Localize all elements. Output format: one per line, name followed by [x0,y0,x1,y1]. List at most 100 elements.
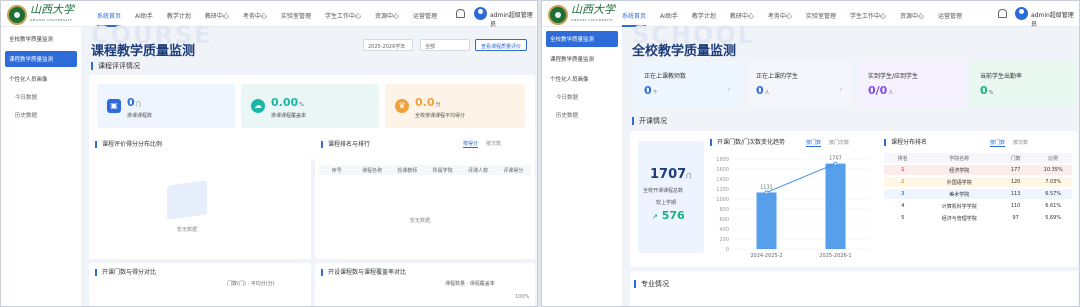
rank-cell: 经济学院 [949,167,970,174]
y-tick-label: 0 [726,247,729,253]
rank-cell: 10.35% [1043,167,1063,173]
stat-label: 正在上课的学生 [756,73,799,80]
rank-row[interactable]: 4 计算机科学学院 110 6.61% [884,201,1072,211]
page-title: 课程教学质量监测 [91,44,196,59]
nav-ops[interactable]: 运营管理 [413,1,437,27]
tab-by-times[interactable]: 按次数 [1013,140,1028,146]
main-content: SCHOOL 全校教学质量监测 正在上课教师数 0个 › 正在上课的学生 0人 … [626,21,1079,306]
col-header: 门数 [1010,155,1021,162]
empty-box-icon [167,180,207,220]
stat-value: 0 [756,84,764,97]
y-tick-label: 200 [719,237,729,243]
y-tick-label: 800 [719,207,729,213]
table-header: 序号 课程名称 授课教师 所属学院 评课人数 评课得分 [319,165,531,175]
sidebar-item-profile[interactable]: 个性化人员画像 [5,71,77,87]
sidebar-item-course-quality[interactable]: 课程教学质量监测 [5,51,77,67]
cloud-icon: ☁ [251,99,265,113]
rank-header: 排名 学院名称 门数 比例 [884,153,1072,163]
tab-by-count[interactable]: 按门数 [806,140,822,147]
stat-attendance: 实到学生/应到学生 0/0人 [858,61,966,107]
y-tick-label: 400 [719,227,729,233]
col-header: 所属学院 [432,167,453,174]
nav-ops[interactable]: 运营管理 [938,1,962,27]
tab-by-count[interactable]: 按次数 [486,141,501,147]
stat-avg-score: ♛ 0.0分 全校排课课程平均得分 [385,84,525,128]
rank-cell: 6.61% [1045,203,1062,209]
top-bar: 山西大学 SHANXI UNIVERSITY 系统首页 AI助手 教学计划 教研中… [542,1,1079,28]
opening-panel: 1707门 全校开课课程总数 较上学期 ↗ 576 开课门数/门次数变化趋势 按… [630,131,1078,267]
col-header: 排名 [897,155,908,162]
avatar[interactable] [474,7,487,20]
nav-resource[interactable]: 资源中心 [900,1,924,27]
rank-row[interactable]: 5 经济与管理学院 97 5.69% [884,213,1072,223]
tab-by-count[interactable]: 按门数 [990,140,1006,147]
bar [756,192,777,249]
rank-number: 4 [901,203,905,209]
view-evaluation-button[interactable]: 查看课程质量评价 [475,39,528,51]
nav-resource[interactable]: 资源中心 [375,1,399,27]
y-tick-label: 1800 [716,157,729,163]
sidebar-sub-today[interactable]: 今日数据 [1,87,81,105]
empty-text: 暂无数据 [410,218,431,224]
col-header: 评课人数 [467,167,488,174]
legend-item: 课程数量 [445,281,466,287]
nav-student[interactable]: 学生工作中心 [850,1,886,27]
col-header: 评课得分 [503,167,524,174]
sidebar-item-course-quality[interactable]: 课程教学质量监测 [546,51,618,67]
chevron-right-icon[interactable]: › [840,87,842,93]
col-header: 授课教师 [397,167,418,174]
sidebar-item-school-quality[interactable]: 全校教学质量监测 [546,31,618,47]
top-bar: 山西大学 SHANXI UNIVERSITY 系统首页 AI助手 教学计划 教研中… [1,1,537,28]
sidebar-item-school-quality[interactable]: 全校教学质量监测 [5,31,77,47]
rank-cell: 5.69% [1045,215,1062,221]
chevron-right-icon[interactable]: › [728,87,730,93]
nav-exam[interactable]: 考务中心 [243,1,267,27]
nav-student[interactable]: 学生工作中心 [325,1,361,27]
rank-row[interactable]: 1 经济学院 177 10.35% [884,165,1072,175]
user-name[interactable]: admin超级管理员 [490,10,537,28]
rank-cell: 113 [1010,191,1021,197]
university-logo: 山西大学 SHANXI UNIVERSITY [548,4,615,26]
sidebar-item-profile[interactable]: 个性化人员画像 [546,71,618,87]
total-value: 1707 [650,167,687,182]
bell-icon[interactable] [456,9,465,18]
tab-by-score[interactable]: 按得分 [463,141,479,148]
col-header: 学院名称 [949,155,970,162]
stat-unit: 人 [764,90,770,96]
stat-label: 当前学生出勤率 [980,73,1023,80]
avatar[interactable] [1015,7,1028,20]
nav-lab[interactable]: 实验室管理 [806,1,836,27]
panel-title: 课程排名与排行 [321,141,370,148]
stat-unit: % [299,102,304,108]
nav-exam[interactable]: 考务中心 [768,1,792,27]
rank-row[interactable]: 3 美术学院 113 6.57% [884,189,1072,199]
nav-lab[interactable]: 实验室管理 [281,1,311,27]
rank-number: 3 [901,191,905,197]
x-tick-label: 2024-2025-2 [750,253,782,259]
stat-attendance-rate: 当前学生出勤率 0% [970,61,1078,107]
data-label: 1707 [829,156,842,162]
sidebar-sub-history[interactable]: 历史数据 [542,105,622,123]
x-tick-label: 2025-2026-1 [819,253,851,259]
rank-row[interactable]: 2 外国语学院 120 7.03% [884,177,1072,187]
stat-label: 正在上课教师数 [644,73,687,80]
school-quality-window: 山西大学 SHANXI UNIVERSITY 系统首页 AI助手 教学计划 教研中… [541,0,1080,307]
rank-cell: 计算机科学学院 [941,203,977,210]
tab-by-times[interactable]: 按门次数 [829,140,849,146]
trend-chart: 0 200 400 600 800 1000 1200 1400 1600 1800 1131 202… [716,156,870,259]
year-select[interactable]: 2025-2026学年 [363,39,413,51]
growth-value: 576 [661,209,685,222]
sidebar-sub-history[interactable]: 历史数据 [1,105,81,123]
stat-course-count: ▣ 0门 排课课程数 [97,84,235,128]
bell-icon[interactable] [998,9,1007,18]
col-header: 课程名称 [361,167,382,174]
chart-title: 开课门数/门次数变化趋势 [710,139,785,146]
col-header: 序号 [331,167,342,174]
panel-title: 课程评价得分分布比例 [95,141,162,148]
stat-label: 排课课程覆盖率 [271,113,307,119]
course-ranking-panel: 课程排名与排行 按得分 按次数 序号 课程名称 授课教师 所属学院 评课人数 评课… [315,135,535,259]
stat-unit: 分 [435,102,441,108]
scope-select[interactable]: 全部 [420,39,470,51]
sidebar-sub-today[interactable]: 今日数据 [542,87,622,105]
user-name[interactable]: admin超级管理员 [1031,10,1079,28]
